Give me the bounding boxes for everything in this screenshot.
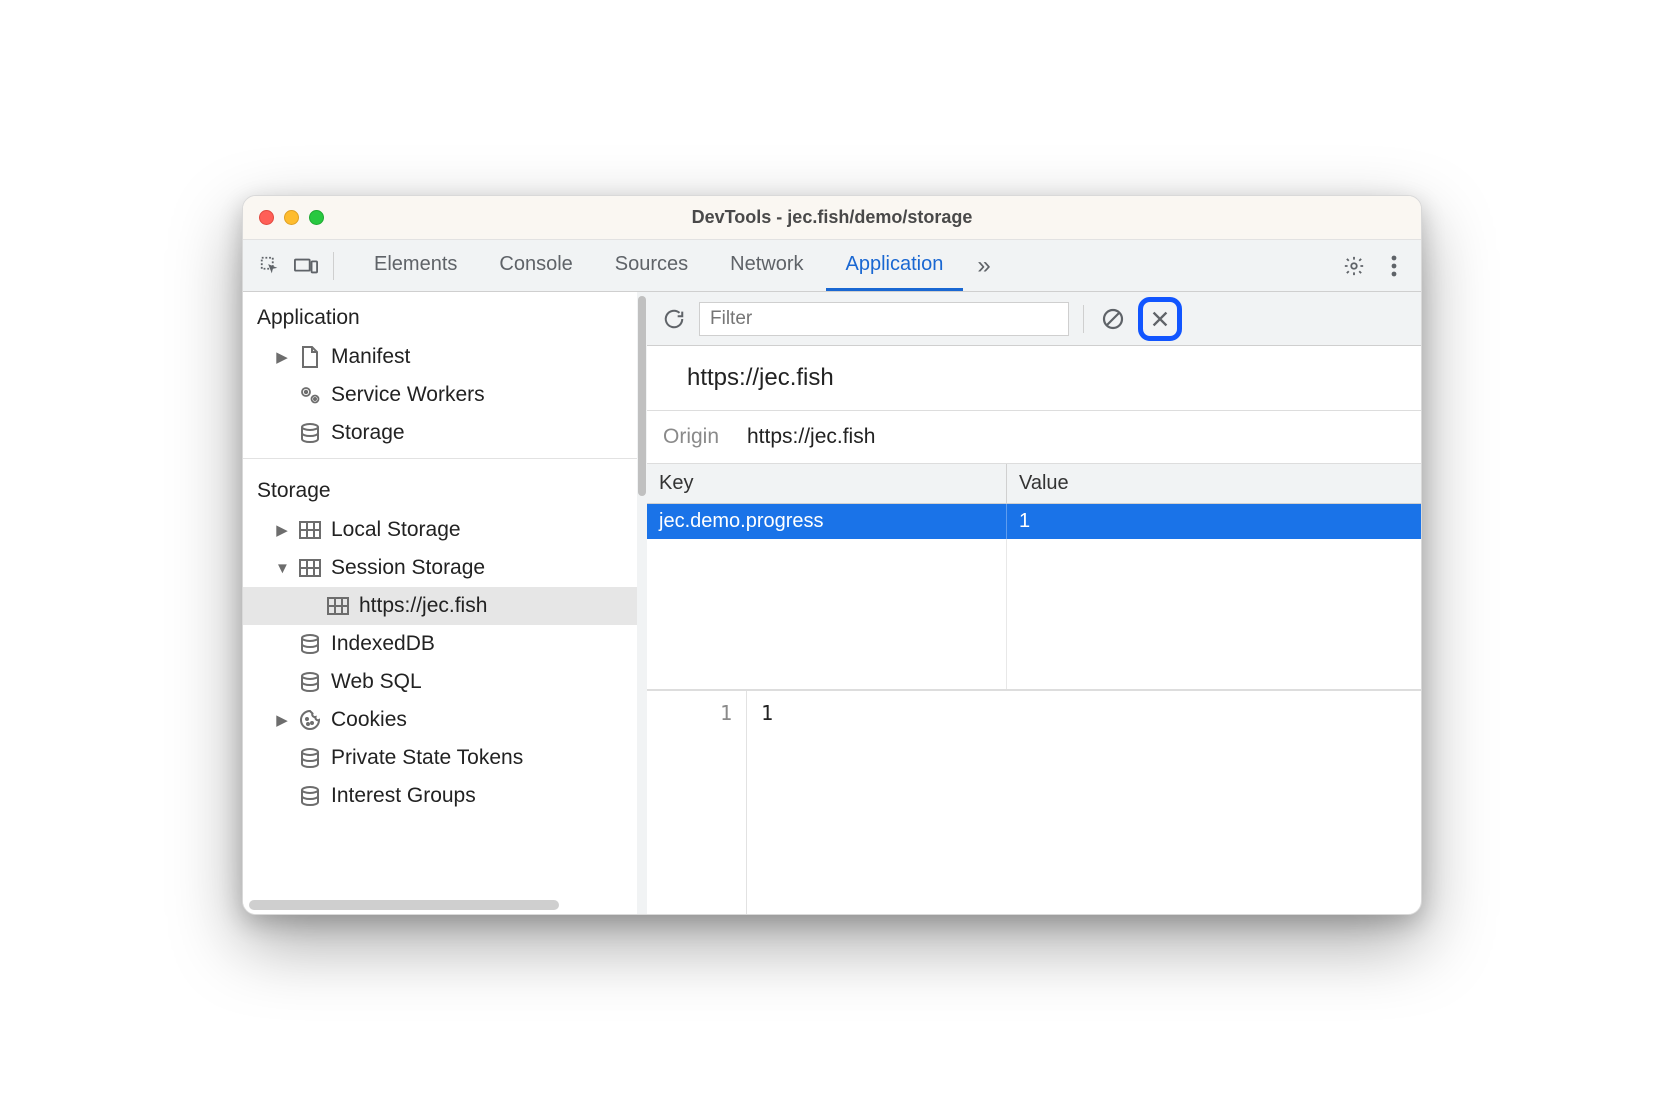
window-controls [259, 210, 324, 225]
table-header: Key Value [647, 464, 1421, 504]
titlebar: DevTools - jec.fish/demo/storage [243, 196, 1421, 240]
panel-resizer[interactable] [637, 292, 647, 914]
caret-right-icon: ▶ [275, 521, 289, 539]
sidebar-item-interest-groups[interactable]: ▶ Interest Groups [243, 777, 637, 815]
scrollbar-thumb[interactable] [638, 296, 646, 496]
delete-selected-icon[interactable] [1145, 304, 1175, 334]
sidebar-divider [243, 458, 637, 459]
window-title: DevTools - jec.fish/demo/storage [243, 207, 1421, 228]
toolbar-separator [1083, 305, 1084, 333]
filter-toolbar [647, 292, 1421, 346]
tab-application[interactable]: Application [826, 240, 964, 291]
caret-right-icon: ▶ [275, 711, 289, 729]
tab-console[interactable]: Console [479, 240, 592, 291]
filter-input[interactable] [699, 302, 1069, 336]
panel-body: Application ▶ Manifest ▶ [243, 292, 1421, 914]
sidebar-horizontal-scrollbar[interactable] [249, 900, 631, 910]
sidebar-item-manifest[interactable]: ▶ Manifest [243, 338, 637, 376]
kebab-menu-icon[interactable] [1379, 251, 1409, 281]
sidebar-item-label: Interest Groups [331, 784, 476, 808]
devtools-window: DevTools - jec.fish/demo/storage Element… [242, 195, 1422, 915]
sidebar-item-private-state-tokens[interactable]: ▶ Private State Tokens [243, 739, 637, 777]
toolbar-separator [333, 252, 334, 280]
device-toolbar-icon[interactable] [291, 251, 321, 281]
sidebar-item-label: Session Storage [331, 556, 485, 580]
database-icon [297, 420, 323, 446]
settings-icon[interactable] [1339, 251, 1369, 281]
section-storage-title: Storage [243, 465, 637, 511]
storage-origin-heading: https://jec.fish [647, 346, 1421, 411]
more-tabs-icon[interactable]: » [965, 252, 1002, 280]
sidebar-item-websql[interactable]: ▶ Web SQL [243, 663, 637, 701]
caret-right-icon: ▶ [275, 348, 289, 366]
storage-detail-panel: https://jec.fish Origin https://jec.fish… [647, 292, 1421, 914]
refresh-icon[interactable] [659, 304, 689, 334]
table-empty-area[interactable] [647, 539, 1421, 689]
sidebar-item-label: https://jec.fish [359, 594, 487, 618]
database-icon [297, 631, 323, 657]
gears-icon [297, 382, 323, 408]
tab-sources[interactable]: Sources [595, 240, 708, 291]
clear-all-icon[interactable] [1098, 304, 1128, 334]
storage-table: Key Value jec.demo.progress 1 [647, 464, 1421, 690]
close-window-button[interactable] [259, 210, 274, 225]
sidebar-item-indexeddb[interactable]: ▶ IndexedDB [243, 625, 637, 663]
sidebar-item-cookies[interactable]: ▶ Cookies [243, 701, 637, 739]
sidebar-item-label: Manifest [331, 345, 410, 369]
main-toolbar: Elements Console Sources Network Applica… [243, 240, 1421, 292]
column-value[interactable]: Value [1007, 464, 1421, 503]
sidebar-item-label: Service Workers [331, 383, 485, 407]
cell-key: jec.demo.progress [647, 504, 1007, 539]
origin-row: Origin https://jec.fish [647, 411, 1421, 464]
minimize-window-button[interactable] [284, 210, 299, 225]
database-icon [297, 745, 323, 771]
value-preview: 1 1 [647, 690, 1421, 914]
sidebar-item-label: Private State Tokens [331, 746, 523, 770]
highlighted-delete-button [1138, 297, 1182, 341]
grid-icon [297, 555, 323, 581]
database-icon [297, 783, 323, 809]
sidebar-item-local-storage[interactable]: ▶ Local Storage [243, 511, 637, 549]
sidebar-item-session-storage-origin[interactable]: ▶ https://jec.fish [243, 587, 637, 625]
sidebar-item-service-workers[interactable]: ▶ Service Workers [243, 376, 637, 414]
cookie-icon [297, 707, 323, 733]
sidebar-item-session-storage[interactable]: ▼ Session Storage [243, 549, 637, 587]
panel-tabs: Elements Console Sources Network Applica… [354, 240, 1003, 291]
origin-label: Origin [663, 425, 747, 449]
column-key[interactable]: Key [647, 464, 1007, 503]
sidebar-item-label: Cookies [331, 708, 407, 732]
grid-icon [325, 593, 351, 619]
sidebar-item-label: IndexedDB [331, 632, 435, 656]
preview-line-number: 1 [647, 691, 747, 914]
preview-content: 1 [747, 691, 787, 914]
inspect-element-icon[interactable] [255, 251, 285, 281]
sidebar-item-label: Storage [331, 421, 405, 445]
scrollbar-thumb[interactable] [249, 900, 559, 910]
caret-down-icon: ▼ [275, 560, 289, 577]
maximize-window-button[interactable] [309, 210, 324, 225]
sidebar-item-label: Web SQL [331, 670, 422, 694]
grid-icon [297, 517, 323, 543]
origin-value: https://jec.fish [747, 425, 875, 449]
tab-elements[interactable]: Elements [354, 240, 477, 291]
database-icon [297, 669, 323, 695]
application-sidebar: Application ▶ Manifest ▶ [243, 292, 637, 914]
sidebar-item-label: Local Storage [331, 518, 461, 542]
cell-value: 1 [1007, 504, 1421, 539]
tab-network[interactable]: Network [710, 240, 823, 291]
sidebar-item-storage[interactable]: ▶ Storage [243, 414, 637, 452]
file-icon [297, 344, 323, 370]
section-application-title: Application [243, 292, 637, 338]
table-row[interactable]: jec.demo.progress 1 [647, 504, 1421, 539]
